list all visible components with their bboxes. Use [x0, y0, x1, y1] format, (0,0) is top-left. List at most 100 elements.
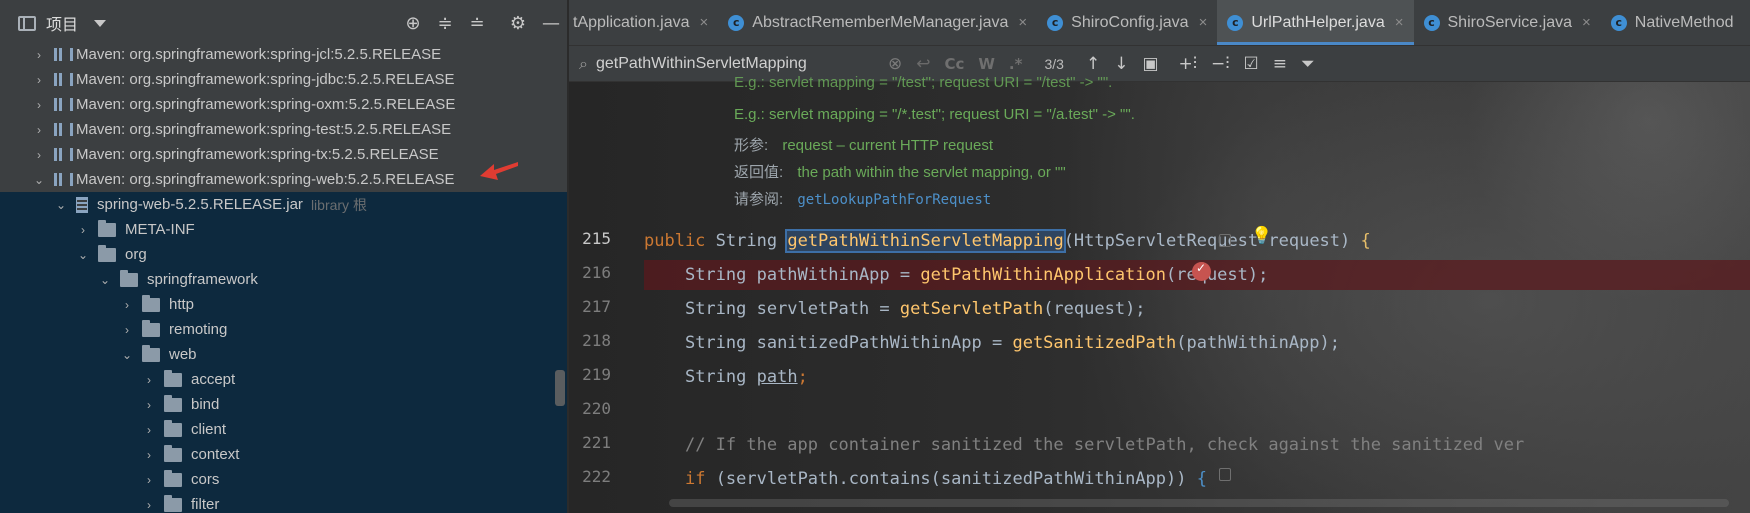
project-title[interactable]: 项目 — [46, 11, 78, 35]
gear-icon[interactable]: ⚙ — [507, 13, 529, 35]
tree-item-bind[interactable]: › bind — [0, 392, 567, 417]
chevron-right-icon[interactable]: › — [142, 398, 156, 412]
expand-all-icon[interactable]: ≑ — [434, 13, 456, 35]
chevron-right-icon[interactable]: › — [32, 73, 46, 87]
line-number: 221 — [582, 433, 611, 452]
library-icon — [54, 97, 73, 112]
clear-search-icon[interactable]: ⊗ — [888, 54, 902, 74]
tree-item-cors[interactable]: › cors — [0, 467, 567, 492]
tab-application[interactable]: tApplication.java × — [569, 0, 718, 45]
tree-item-context[interactable]: › context — [0, 442, 567, 467]
tree-item-remoting[interactable]: › remoting — [0, 317, 567, 342]
add-occurrence-icon[interactable]: +⫶ — [1179, 54, 1198, 74]
tree-item-filter[interactable]: › filter — [0, 492, 567, 513]
tree-item-accept[interactable]: › accept — [0, 367, 567, 392]
chevron-down-icon[interactable]: ⌄ — [98, 273, 112, 287]
tab-abstract-remember-me-manager[interactable]: c AbstractRememberMeManager.java × — [718, 0, 1037, 45]
tree-item-springframework[interactable]: ⌄ springframework — [0, 267, 567, 292]
editor-horizontal-scrollbar[interactable] — [669, 499, 1729, 507]
chevron-down-icon[interactable] — [94, 19, 107, 27]
replace-toggle-icon[interactable]: ↩ — [916, 54, 930, 74]
close-icon[interactable]: × — [700, 14, 709, 31]
chevron-down-icon[interactable]: ⌄ — [120, 348, 134, 362]
semicolon: ; — [797, 367, 808, 387]
whole-words-toggle[interactable]: W — [978, 55, 995, 73]
search-icon[interactable]: ⌕ — [579, 54, 588, 74]
remove-occurrence-icon[interactable]: −⫶ — [1211, 54, 1230, 74]
chevron-right-icon[interactable]: › — [32, 98, 46, 112]
code-line-217[interactable]: String servletPath = getServletPath (requ… — [644, 294, 1750, 324]
close-icon[interactable]: × — [1395, 14, 1404, 31]
close-icon[interactable]: × — [1018, 14, 1027, 31]
chevron-down-icon[interactable]: ⌄ — [54, 198, 68, 212]
match-count: 3/3 — [1044, 55, 1064, 72]
tree-item-spring-test[interactable]: › Maven: org.springframework:spring-test… — [0, 117, 567, 142]
code-line-220[interactable] — [644, 396, 1750, 426]
tree-item-client[interactable]: › client — [0, 417, 567, 442]
locate-icon[interactable]: ⊕ — [402, 13, 424, 35]
chevron-right-icon[interactable]: › — [142, 448, 156, 462]
library-icon — [54, 72, 73, 87]
code-condition: (servletPath.contains(sanitizedPathWithi… — [715, 469, 1187, 489]
tree-item-spring-web-jar[interactable]: ⌄ spring-web-5.2.5.RELEASE.jar library 根 — [0, 192, 567, 217]
tree-item-meta-inf[interactable]: › META-INF — [0, 217, 567, 242]
tree-item-spring-oxm[interactable]: › Maven: org.springframework:spring-oxm:… — [0, 92, 567, 117]
keyword: public — [644, 231, 706, 251]
code-line-215[interactable]: public String getPathWithinServletMappin… — [644, 226, 1750, 256]
fold-marker-icon[interactable] — [1219, 234, 1231, 247]
doc-see-link[interactable]: getLookupPathForRequest — [797, 192, 991, 208]
class-icon: c — [728, 14, 745, 31]
folder-icon — [98, 219, 116, 237]
chevron-right-icon[interactable]: › — [142, 473, 156, 487]
chevron-right-icon[interactable]: › — [32, 148, 46, 162]
tree-item-http[interactable]: › http — [0, 292, 567, 317]
tab-shiro-service[interactable]: c ShiroService.java × — [1414, 0, 1601, 45]
code-line-219[interactable]: String path; — [644, 362, 1750, 392]
close-icon[interactable]: × — [1582, 14, 1591, 31]
tree-item-spring-jcl[interactable]: › Maven: org.springframework:spring-jcl:… — [0, 42, 567, 67]
filter-lines-icon[interactable]: ≡ — [1273, 54, 1287, 74]
match-case-toggle[interactable]: Cc — [944, 55, 964, 73]
arrow-up-icon[interactable]: ↑ — [1086, 54, 1100, 74]
chevron-right-icon[interactable]: › — [120, 298, 134, 312]
library-icon — [54, 47, 73, 62]
open-in-window-icon[interactable]: ▣ — [1142, 54, 1158, 74]
tree-item-label: accept — [191, 371, 236, 388]
tab-url-path-helper[interactable]: c UrlPathHelper.java × — [1217, 0, 1414, 45]
code-line-221[interactable]: // If the app container sanitized the se… — [644, 430, 1750, 460]
chevron-right-icon[interactable]: › — [120, 323, 134, 337]
code-line-222[interactable]: if (servletPath.contains(sanitizedPathWi… — [644, 464, 1750, 494]
breakpoint-icon[interactable] — [1192, 261, 1211, 281]
line-number: 215 — [582, 229, 611, 248]
chevron-right-icon[interactable]: › — [32, 48, 46, 62]
close-icon[interactable]: × — [1199, 14, 1208, 31]
regex-toggle[interactable]: .* — [1009, 55, 1023, 73]
tree-scrollbar-thumb[interactable] — [555, 370, 565, 406]
tree-item-label: springframework — [147, 271, 258, 288]
doc-returns: 返回值: the path within the servlet mapping… — [734, 161, 1066, 183]
collapse-all-icon[interactable]: ≐ — [466, 13, 488, 35]
doc-params-value: request – current HTTP request — [782, 137, 993, 154]
tree-item-web[interactable]: ⌄ web — [0, 342, 567, 367]
code-line-218[interactable]: String sanitizedPathWithinApp = getSanit… — [644, 328, 1750, 358]
minimize-icon[interactable]: — — [540, 13, 562, 35]
chevron-right-icon[interactable]: › — [32, 123, 46, 137]
tree-item-label: client — [191, 421, 227, 438]
select-all-occurrences-icon[interactable]: ☑ — [1244, 54, 1259, 74]
chevron-down-icon[interactable]: ⌄ — [32, 173, 46, 187]
chevron-right-icon[interactable]: › — [76, 223, 90, 237]
fold-marker-icon[interactable] — [1219, 468, 1231, 481]
chevron-right-icon[interactable]: › — [142, 498, 156, 512]
tab-shiro-config[interactable]: c ShiroConfig.java × — [1037, 0, 1217, 45]
chevron-right-icon[interactable]: › — [142, 423, 156, 437]
filter-icon[interactable]: ⏷ — [1301, 54, 1315, 74]
tree-item-org[interactable]: ⌄ org — [0, 242, 567, 267]
arrow-down-icon[interactable]: ↓ — [1114, 54, 1128, 74]
tree-item-label: org — [125, 246, 147, 263]
tab-native-method[interactable]: c NativeMethod — [1601, 0, 1744, 45]
chevron-down-icon[interactable]: ⌄ — [76, 248, 90, 262]
tree-item-spring-jdbc[interactable]: › Maven: org.springframework:spring-jdbc… — [0, 67, 567, 92]
lightbulb-icon[interactable]: 💡 — [1251, 226, 1272, 246]
chevron-right-icon[interactable]: › — [142, 373, 156, 387]
tab-label: AbstractRememberMeManager.java — [752, 13, 1009, 31]
